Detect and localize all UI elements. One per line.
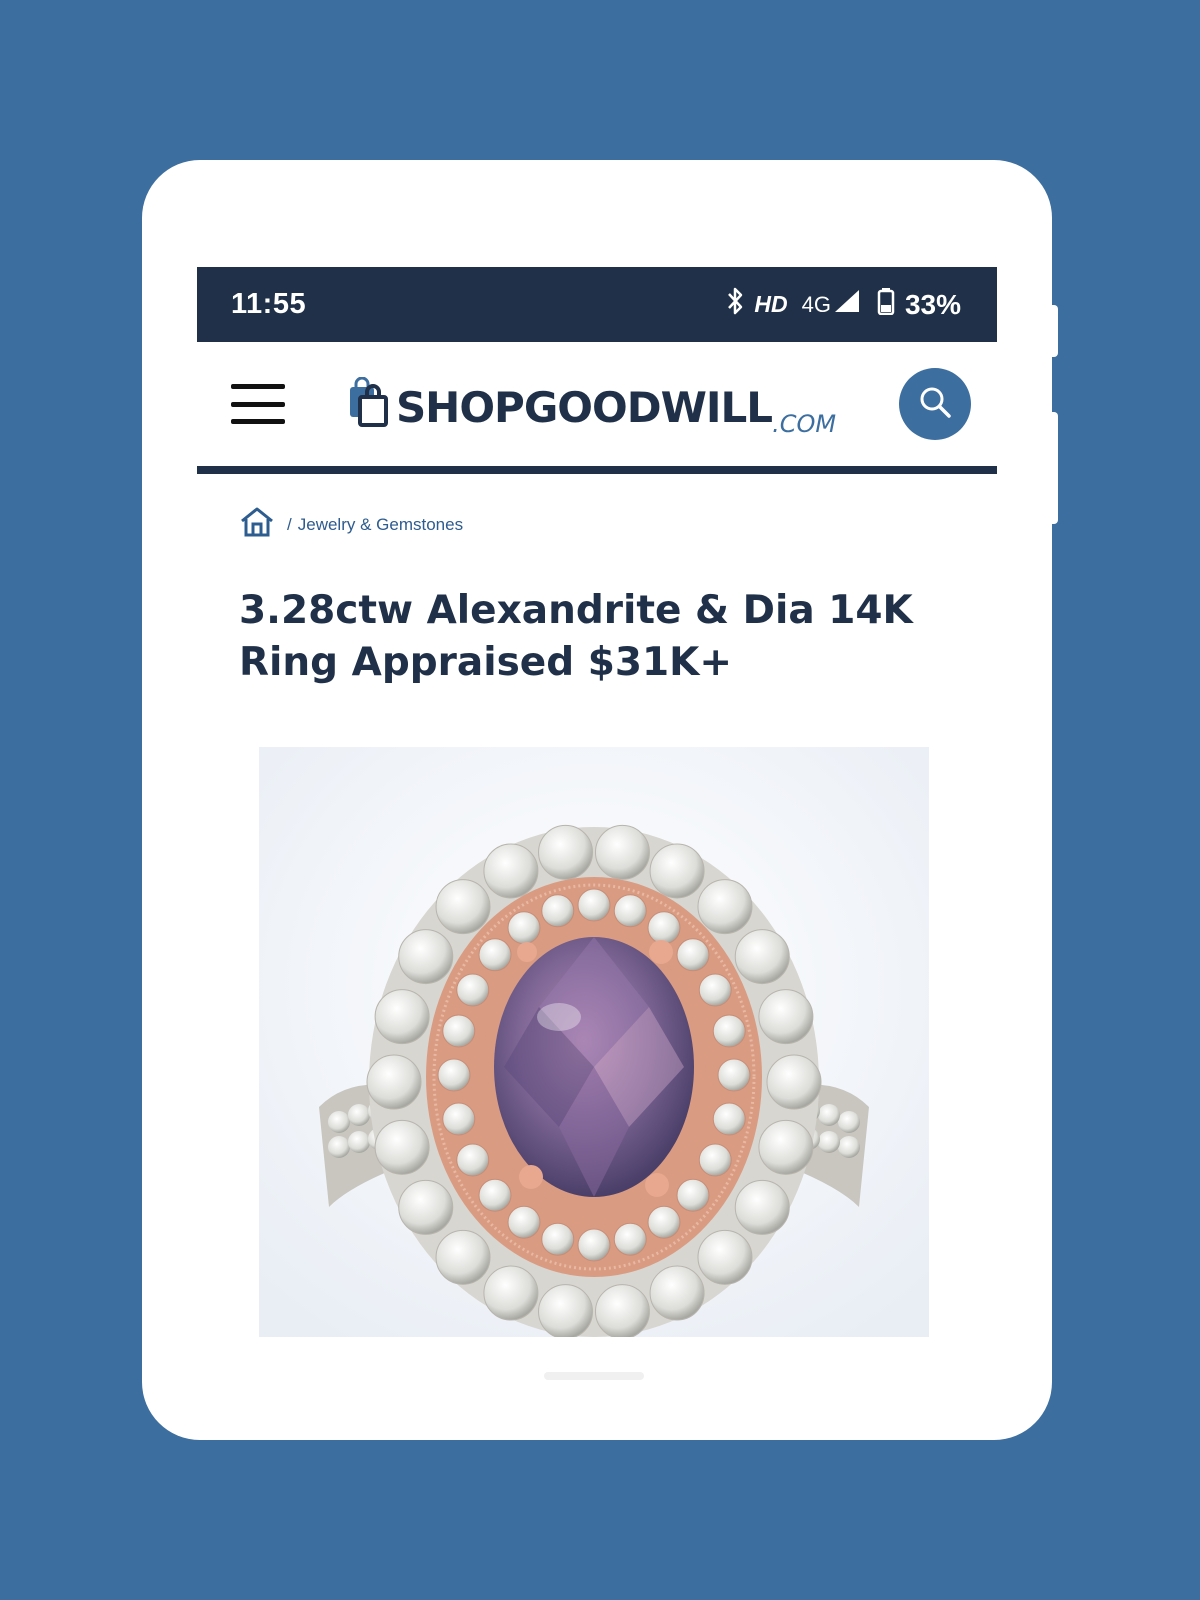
side-button-bottom (1050, 412, 1058, 524)
diamond-stone (483, 843, 539, 899)
battery-icon (877, 287, 895, 322)
diamond-stone (594, 1284, 650, 1337)
home-indicator (544, 1372, 644, 1380)
diamond-stone (577, 888, 611, 922)
diamond-stone (594, 824, 650, 880)
diamond-stone (435, 879, 491, 935)
diamond-stone (507, 911, 541, 945)
product-title: 3.28ctw Alexandrite & Dia 14K Ring Appra… (239, 588, 913, 685)
diamond-stone (435, 1229, 491, 1285)
battery-percentage: 33% (904, 288, 961, 320)
diamond-stone (507, 1205, 541, 1239)
diamond-stone (758, 1119, 814, 1175)
diamond-stone (712, 1014, 746, 1048)
diamond-stone (366, 1054, 422, 1110)
diamond-stone (374, 989, 430, 1045)
hamburger-menu-icon[interactable] (231, 384, 285, 424)
diamond-stone (712, 1102, 746, 1136)
breadcrumb-category-link[interactable]: Jewelry & Gemstones (298, 515, 463, 535)
diamond-stone (697, 879, 753, 935)
diamond-stone (538, 1284, 594, 1337)
diamond-stone (398, 1179, 454, 1235)
network-type: 4G (801, 291, 831, 317)
diamond-stone (758, 989, 814, 1045)
diamond-stone (374, 1119, 430, 1175)
diamond-stone (649, 1265, 705, 1321)
diamond-stone (478, 938, 512, 972)
diamond-stone (541, 894, 575, 928)
logo-suffix: .COM (772, 409, 837, 438)
shopping-bag-icon (348, 376, 390, 432)
diamond-stone (717, 1058, 751, 1092)
diamond-stone (613, 894, 647, 928)
product-image[interactable] (259, 747, 929, 1337)
diamond-stone (676, 1178, 710, 1212)
search-icon (918, 385, 952, 424)
signal-icon (833, 288, 861, 321)
screen: 11:55 HD 4G 33% SHOPGOODWILL .COM / Jewe… (197, 267, 997, 1337)
diamond-stone (442, 1102, 476, 1136)
hd-indicator: HD (754, 291, 788, 317)
status-bar: 11:55 HD 4G 33% (197, 267, 997, 342)
site-header: SHOPGOODWILL .COM (197, 342, 997, 474)
diamond-stone (676, 938, 710, 972)
diamond-stone (456, 1143, 490, 1177)
diamond-stone (456, 973, 490, 1007)
diamond-stone (698, 1143, 732, 1177)
status-icons: HD 4G 33% (726, 287, 961, 322)
breadcrumb: / Jewelry & Gemstones (197, 474, 997, 543)
ring-photo (259, 747, 929, 1337)
breadcrumb-separator: / (287, 514, 292, 534)
diamond-stone (613, 1222, 647, 1256)
diamond-stone (538, 824, 594, 880)
diamond-stone (541, 1222, 575, 1256)
diamond-stone (734, 929, 790, 985)
diamond-stone (649, 843, 705, 899)
diamond-stone (734, 1179, 790, 1235)
diamond-stone (398, 929, 454, 985)
diamond-stone (577, 1228, 611, 1262)
diamond-stone (697, 1229, 753, 1285)
diamond-stone (483, 1265, 539, 1321)
diamond-stone (647, 911, 681, 945)
diamond-stone (478, 1178, 512, 1212)
site-logo[interactable]: SHOPGOODWILL .COM (348, 376, 836, 438)
tablet-device: 11:55 HD 4G 33% SHOPGOODWILL .COM / Jewe… (142, 160, 1058, 1440)
status-time: 11:55 (231, 288, 307, 320)
diamond-stone (766, 1054, 822, 1110)
bluetooth-icon (726, 287, 744, 322)
diamond-stone (647, 1205, 681, 1239)
home-icon[interactable] (239, 506, 275, 543)
diamond-stone (442, 1014, 476, 1048)
side-button-top (1050, 305, 1058, 357)
diamond-stone (698, 973, 732, 1007)
logo-wordmark: SHOPGOODWILL (395, 382, 773, 432)
diamond-stone (437, 1058, 471, 1092)
search-button[interactable] (898, 368, 971, 440)
